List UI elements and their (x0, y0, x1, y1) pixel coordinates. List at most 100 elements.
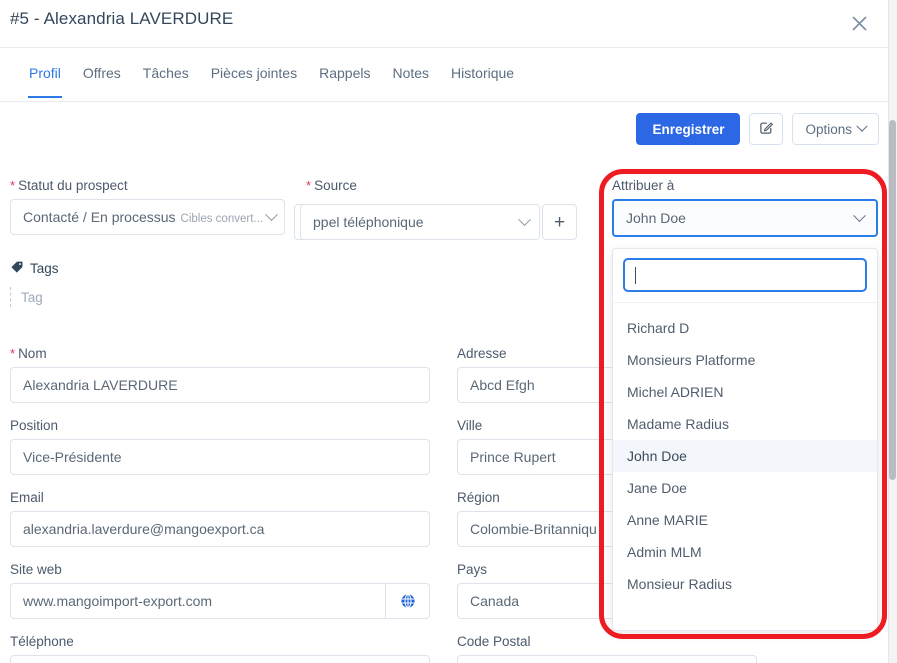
tab-label: Historique (451, 65, 515, 81)
dropdown-option-jane-doe[interactable]: Jane Doe (613, 472, 877, 504)
tab-taches[interactable]: Tâches (132, 48, 200, 97)
tags-label: Tags (30, 261, 59, 276)
pays-value: Canada (470, 593, 520, 609)
tab-pieces-jointes[interactable]: Pièces jointes (200, 48, 308, 97)
save-button-label: Enregistrer (652, 121, 725, 137)
option-label: Michel ADRIEN (627, 384, 724, 400)
label-text: Nom (18, 346, 47, 361)
tag-placeholder: Tag (21, 289, 43, 305)
tab-historique[interactable]: Historique (440, 48, 525, 97)
field-label-code-postal: Code Postal (457, 634, 757, 649)
tags-header: Tags (10, 260, 570, 277)
field-label-site-web: Site web (10, 562, 430, 577)
dropdown-option-john-doe[interactable]: John Doe (613, 440, 877, 472)
tab-bar: Profil Offres Tâches Pièces jointes Rapp… (0, 48, 889, 102)
field-label-nom: * Nom (10, 346, 430, 361)
tab-notes[interactable]: Notes (381, 48, 440, 97)
tab-label: Offres (82, 65, 121, 81)
attribuer-a-select[interactable]: John Doe (612, 199, 878, 237)
field-position: Position Vice-Présidente (10, 418, 430, 475)
required-marker: * (306, 178, 312, 193)
action-bar: Enregistrer Options (636, 113, 879, 145)
telephone-input[interactable] (10, 655, 430, 663)
site-web-group: www.mangoimport-export.com (10, 583, 430, 619)
email-input[interactable]: alexandria.laverdure@mangoexport.ca (10, 511, 430, 547)
tab-rappels[interactable]: Rappels (308, 48, 381, 97)
email-value: alexandria.laverdure@mangoexport.ca (23, 521, 265, 537)
chevron-down-icon (265, 207, 278, 221)
field-label-statut: * Statut du prospect (10, 178, 285, 193)
statut-value-hint: Cibles convert... (180, 213, 263, 225)
dropdown-search-input[interactable] (623, 258, 867, 292)
nom-input[interactable]: Alexandria LAVERDURE (10, 367, 430, 403)
attribuer-a-value: John Doe (626, 210, 686, 226)
label-text: Statut du prospect (18, 178, 128, 193)
dropdown-option-michel-adrien[interactable]: Michel ADRIEN (613, 376, 877, 408)
add-source-button[interactable]: + (542, 204, 577, 240)
statut-prospect-select[interactable]: Contacté / En processus Cibles convert..… (10, 199, 285, 235)
dropdown-option-madame-radius[interactable]: Madame Radius (613, 408, 877, 440)
tab-label: Pièces jointes (210, 65, 298, 81)
option-label: Richard D (627, 320, 690, 336)
page-title: #5 - Alexandria LAVERDURE (10, 9, 234, 28)
contact-fields-column: * Nom Alexandria LAVERDURE Position Vice… (10, 346, 430, 663)
options-button-label: Options (805, 121, 852, 137)
field-label-email: Email (10, 490, 430, 505)
tag-icon (10, 260, 24, 277)
field-label-source: * Source (306, 178, 357, 193)
field-statut-prospect: * Statut du prospect Contacté / En proce… (10, 178, 285, 235)
dropdown-option-admin-mlm[interactable]: Admin MLM (613, 536, 877, 568)
option-label: Jane Doe (627, 480, 687, 496)
source-select[interactable]: ppel téléphonique (300, 204, 540, 240)
option-label: Madame Radius (627, 416, 729, 432)
site-web-value: www.mangoimport-export.com (23, 593, 213, 609)
position-input[interactable]: Vice-Présidente (10, 439, 430, 475)
globe-icon[interactable] (385, 583, 430, 619)
dropdown-search-wrap (613, 249, 877, 303)
close-icon[interactable] (845, 9, 873, 37)
field-label-telephone: Téléphone (10, 634, 430, 649)
chevron-down-icon (856, 120, 868, 132)
field-label-position: Position (10, 418, 430, 433)
label-text: Email (10, 490, 44, 505)
label-text: Région (457, 490, 500, 505)
label-text: Ville (457, 418, 483, 433)
tag-input[interactable]: Tag (10, 287, 570, 307)
field-email: Email alexandria.laverdure@mangoexport.c… (10, 490, 430, 547)
region-value: Colombie-Britanniqu (470, 521, 597, 537)
lead-detail-modal: #5 - Alexandria LAVERDURE Profil Offres … (0, 0, 897, 663)
source-value: ppel téléphonique (313, 214, 424, 230)
save-button[interactable]: Enregistrer (636, 113, 741, 145)
option-label: Anne MARIE (627, 512, 708, 528)
code-postal-input[interactable] (457, 655, 757, 663)
site-web-input[interactable]: www.mangoimport-export.com (10, 583, 385, 619)
option-label: Monsieur Radius (627, 576, 733, 592)
page-scrollbar-thumb[interactable] (889, 120, 896, 480)
position-value: Vice-Présidente (23, 449, 122, 465)
dropdown-option-monsieur-radius[interactable]: Monsieur Radius (613, 568, 877, 600)
text-cursor-icon (635, 266, 636, 284)
options-button[interactable]: Options (792, 113, 879, 145)
option-label: Monsieurs Platforme (627, 352, 756, 368)
edit-button[interactable] (749, 113, 784, 145)
dropdown-option-richard-d[interactable]: Richard D (613, 312, 877, 344)
field-code-postal: Code Postal (457, 634, 757, 663)
chevron-down-icon (853, 208, 866, 222)
adresse-value: Abcd Efgh (470, 377, 535, 393)
chevron-down-icon (518, 212, 531, 226)
dropdown-option-monsieurs-platforme[interactable]: Monsieurs Platforme (613, 344, 877, 376)
pencil-square-icon (759, 120, 774, 138)
modal-header: #5 - Alexandria LAVERDURE (0, 0, 889, 48)
label-text: Adresse (457, 346, 507, 361)
dropdown-option-anne-marie[interactable]: Anne MARIE (613, 504, 877, 536)
tab-profil[interactable]: Profil (18, 48, 72, 98)
field-nom: * Nom Alexandria LAVERDURE (10, 346, 430, 403)
ville-value: Prince Rupert (470, 449, 556, 465)
label-text: Position (10, 418, 59, 433)
field-telephone: Téléphone (10, 634, 430, 663)
required-marker: * (10, 178, 16, 193)
label-text: Site web (10, 562, 62, 577)
field-label-attribuer-a: Attribuer à (612, 178, 675, 193)
option-label: John Doe (627, 448, 687, 464)
tab-offres[interactable]: Offres (72, 48, 132, 97)
